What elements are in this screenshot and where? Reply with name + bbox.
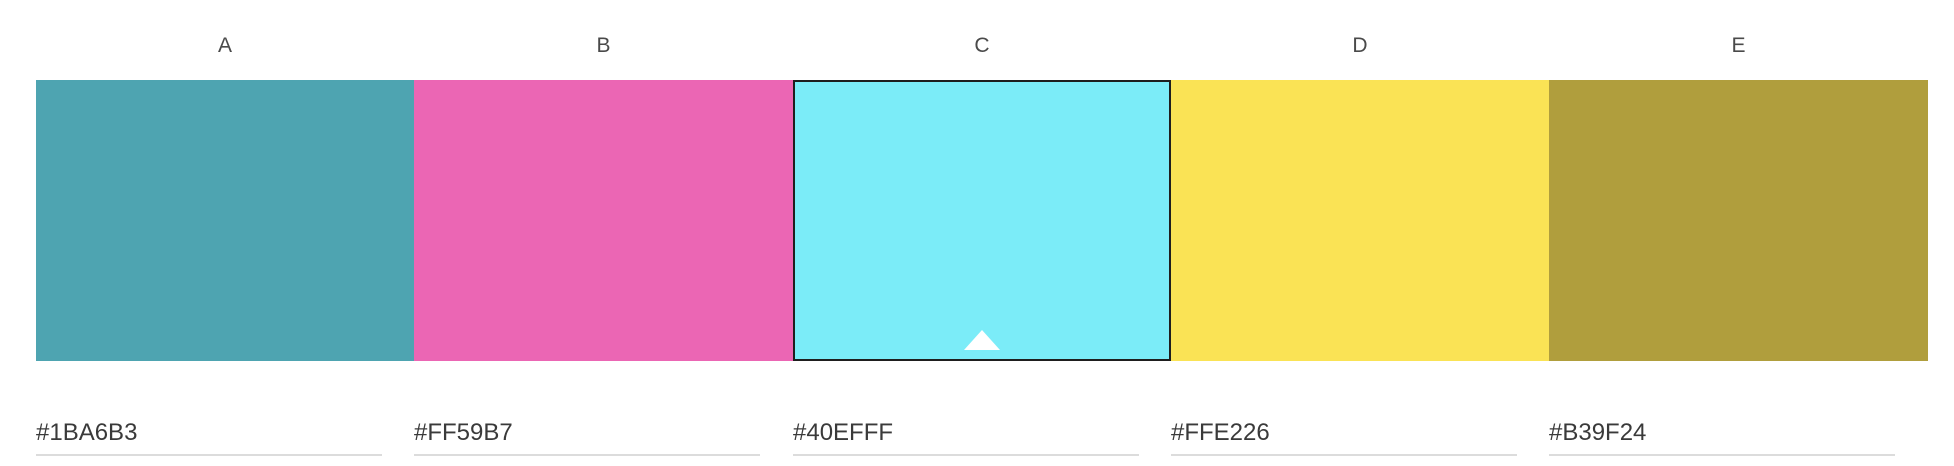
selected-marker-icon bbox=[964, 330, 1000, 350]
swatch-label-d: D bbox=[1352, 34, 1368, 57]
palette-column-c: C bbox=[793, 0, 1171, 466]
hex-field-b bbox=[414, 414, 760, 456]
hex-input-d[interactable] bbox=[1171, 414, 1517, 452]
swatch-label-a: A bbox=[217, 34, 232, 57]
swatch-label-b: B bbox=[596, 34, 611, 57]
color-swatch-d[interactable] bbox=[1171, 80, 1549, 361]
hex-field-d bbox=[1171, 414, 1517, 456]
swatch-label-c: C bbox=[974, 34, 990, 57]
color-palette: A B C D E bbox=[0, 0, 1954, 466]
hex-field-e bbox=[1549, 414, 1895, 456]
palette-column-a: A bbox=[36, 0, 414, 466]
hex-input-a[interactable] bbox=[36, 414, 382, 452]
color-swatch-b[interactable] bbox=[414, 80, 793, 361]
color-swatch-c[interactable] bbox=[793, 80, 1171, 361]
hex-field-c bbox=[793, 414, 1139, 456]
palette-column-b: B bbox=[414, 0, 793, 466]
color-swatch-a[interactable] bbox=[36, 80, 414, 361]
hex-input-e[interactable] bbox=[1549, 414, 1895, 452]
color-swatch-e[interactable] bbox=[1549, 80, 1928, 361]
hex-input-b[interactable] bbox=[414, 414, 760, 452]
palette-column-e: E bbox=[1549, 0, 1928, 466]
hex-field-a bbox=[36, 414, 382, 456]
hex-input-c[interactable] bbox=[793, 414, 1139, 452]
swatch-label-e: E bbox=[1731, 34, 1746, 57]
palette-column-d: D bbox=[1171, 0, 1549, 466]
